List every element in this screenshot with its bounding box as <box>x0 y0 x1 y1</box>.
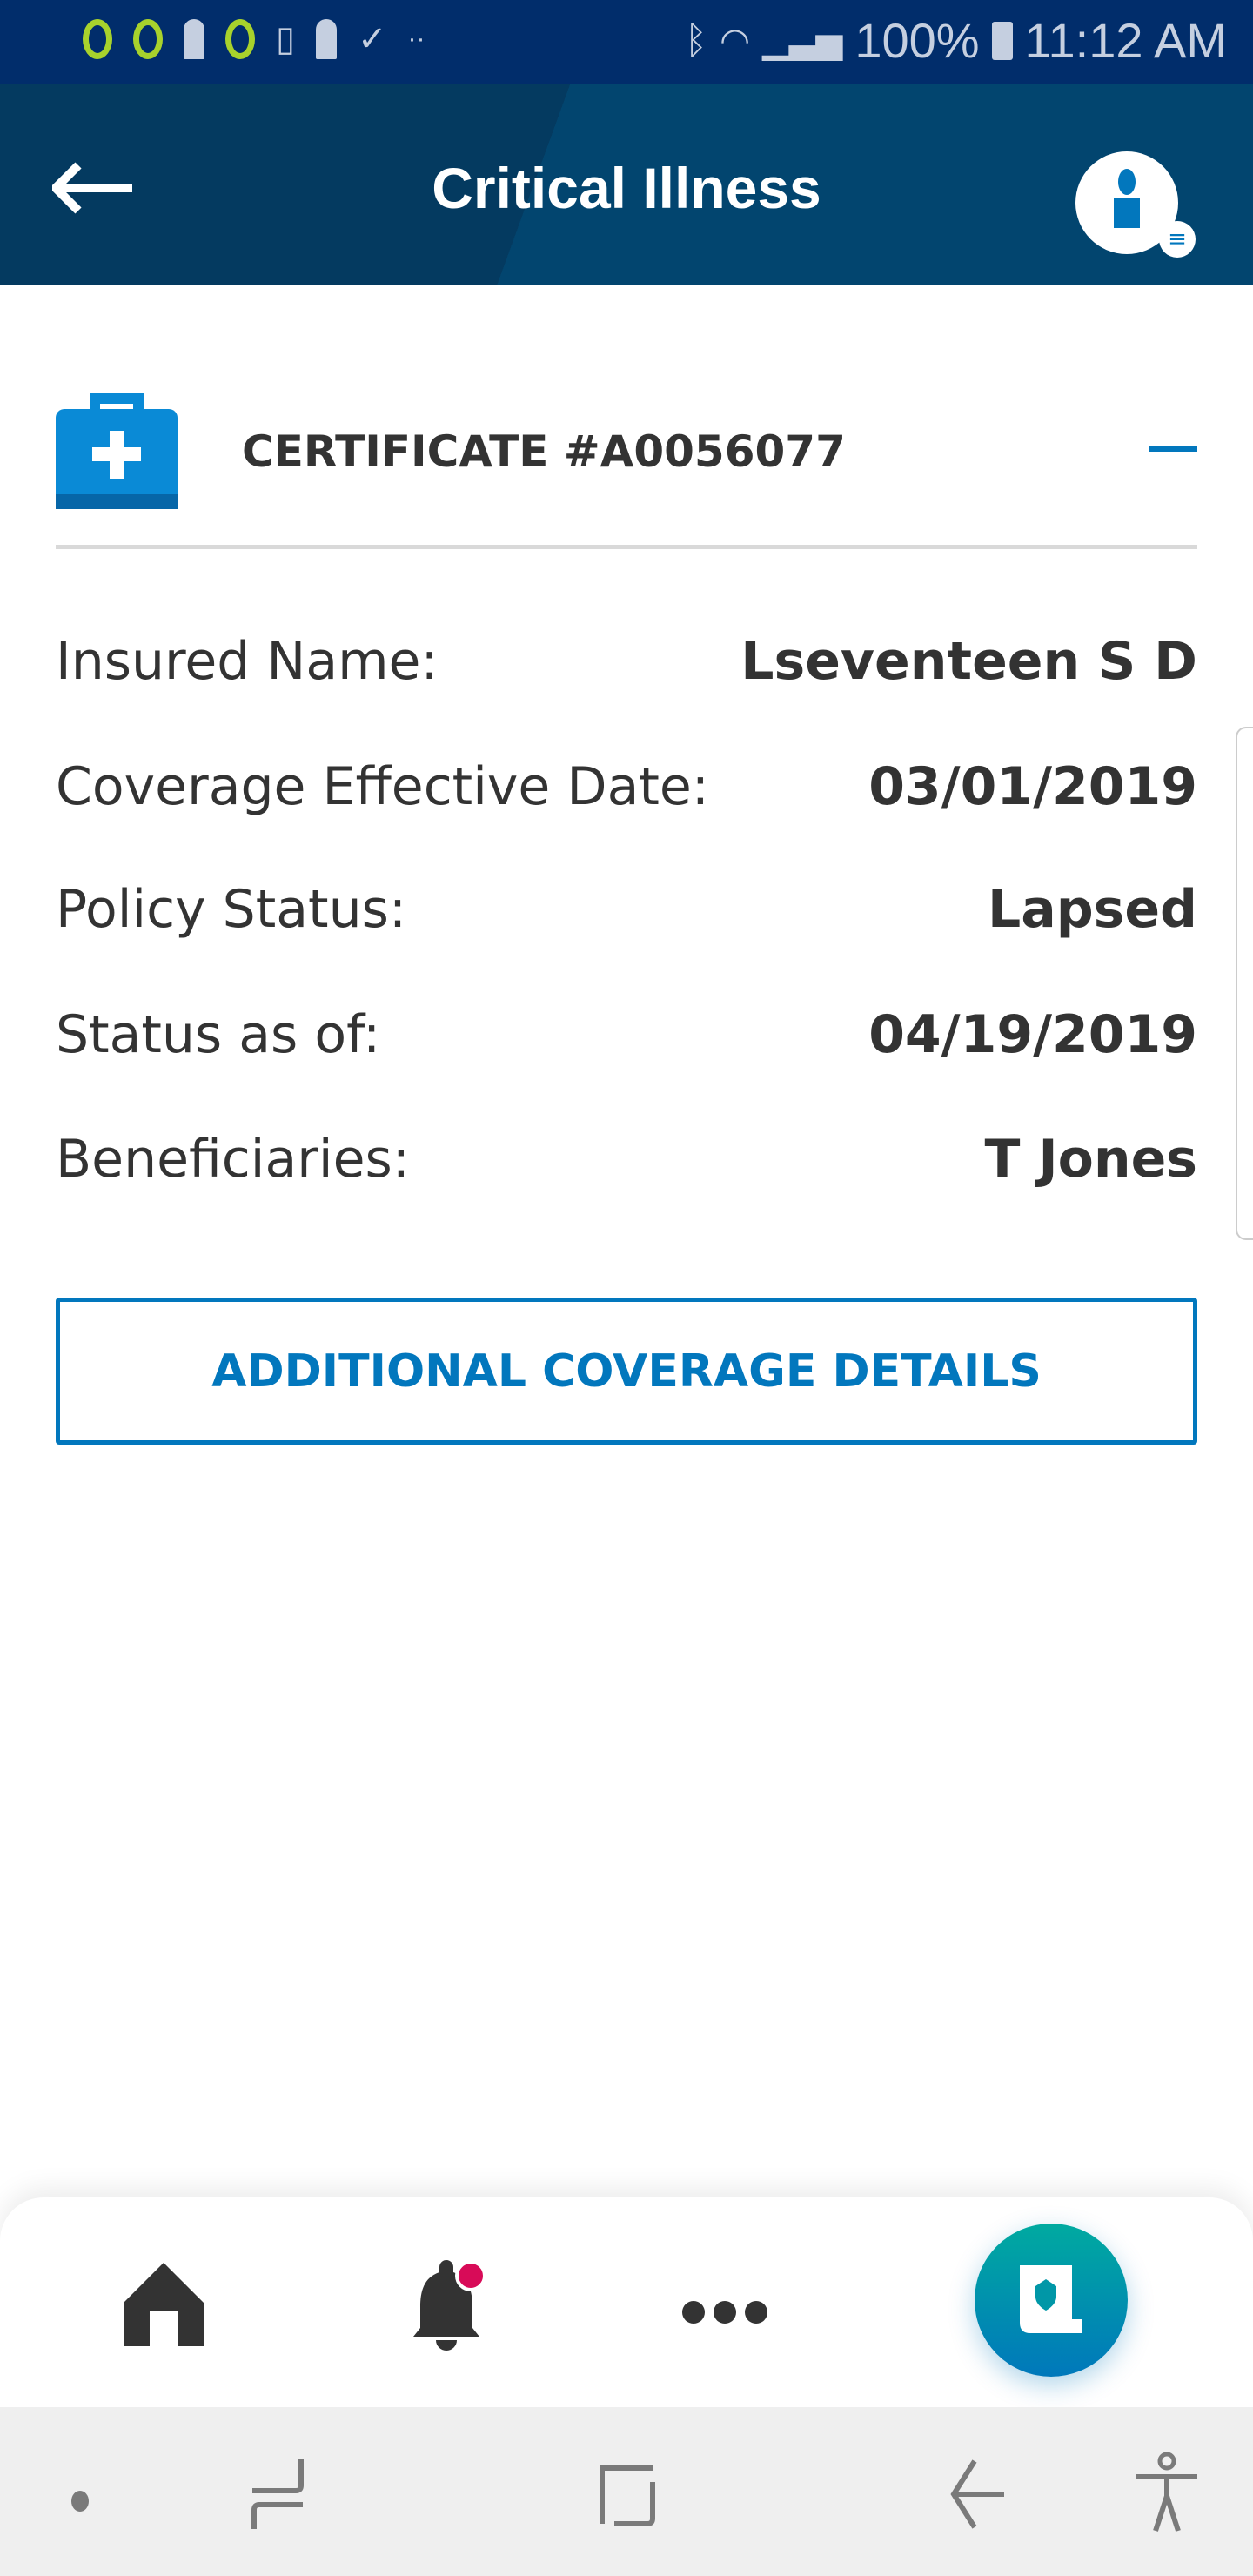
back-nav-icon[interactable] <box>948 2459 1006 2529</box>
clock: 11:12 AM <box>1024 13 1227 68</box>
system-navigation-bar <box>0 2407 1253 2576</box>
row-label: Coverage Effective Date: <box>56 756 709 817</box>
row-value: Lseventeen S D <box>740 631 1197 692</box>
home-icon[interactable] <box>124 2263 204 2346</box>
person-icon-body <box>1114 198 1140 228</box>
page-title: Critical Illness <box>432 156 821 220</box>
medical-kit-icon <box>56 393 178 509</box>
keyhole-icon <box>184 19 204 59</box>
more-options-icon[interactable] <box>681 2299 768 2325</box>
additional-coverage-details-button[interactable]: ADDITIONAL COVERAGE DETAILS <box>56 1298 1197 1445</box>
menu-icon: ≡ <box>1159 221 1196 258</box>
insured-name-row: Insured Name: Lseventeen S D <box>56 627 1197 696</box>
coverage-date-row: Coverage Effective Date: 03/01/2019 <box>56 752 1197 822</box>
home-square-icon[interactable] <box>599 2465 656 2527</box>
row-label: Status as of: <box>56 1004 381 1065</box>
bottom-navigation <box>0 2197 1253 2407</box>
keyhole-icon <box>316 19 338 59</box>
battery-icon <box>991 21 1013 60</box>
more-notifications-icon: ·· <box>407 24 425 53</box>
app-notification-icon <box>83 19 112 59</box>
download-done-icon: ✓ <box>358 20 387 58</box>
recent-apps-icon[interactable] <box>249 2459 306 2529</box>
accessibility-icon[interactable] <box>1133 2452 1201 2532</box>
phone-check-icon: ▯ <box>276 20 296 58</box>
policy-shield-icon <box>1020 2265 1082 2333</box>
app-header: Critical Illness ≡ <box>0 84 1253 285</box>
row-value: 04/19/2019 <box>868 1004 1197 1065</box>
profile-menu-button[interactable]: ≡ <box>1075 151 1196 258</box>
row-label: Policy Status: <box>56 879 407 940</box>
row-value: 03/01/2019 <box>868 756 1197 817</box>
app-notification-icon <box>133 19 163 59</box>
nav-dot-icon <box>71 2491 89 2512</box>
notification-icons: ▯ ✓ ·· <box>83 19 425 59</box>
row-label: Insured Name: <box>56 631 439 692</box>
divider <box>56 545 1197 549</box>
row-value: Lapsed <box>987 879 1197 940</box>
scrollbar[interactable] <box>1236 727 1253 1240</box>
status-as-of-row: Status as of: 04/19/2019 <box>56 1000 1197 1070</box>
status-bar: ▯ ✓ ·· ᛒ ◠ ▁▃▅ 100% 11:12 AM <box>0 0 1253 84</box>
signal-icon: ▁▃▅ <box>762 21 843 60</box>
collapse-minus-icon[interactable] <box>1149 446 1197 452</box>
coverage-fab-button[interactable] <box>975 2224 1128 2377</box>
app-notification-icon <box>225 19 255 59</box>
certificate-title: CERTIFICATE #A0056077 <box>242 426 846 477</box>
row-value: T Jones <box>984 1129 1197 1190</box>
bluetooth-icon: ᛒ <box>684 18 708 62</box>
row-label: Beneficiaries: <box>56 1129 410 1190</box>
battery-percent: 100% <box>854 13 980 68</box>
policy-status-row: Policy Status: Lapsed <box>56 875 1197 944</box>
person-icon <box>1118 169 1136 195</box>
beneficiaries-row: Beneficiaries: T Jones <box>56 1124 1197 1194</box>
notifications-bell-icon[interactable] <box>405 2260 492 2351</box>
wifi-icon: ◠ <box>720 21 751 60</box>
